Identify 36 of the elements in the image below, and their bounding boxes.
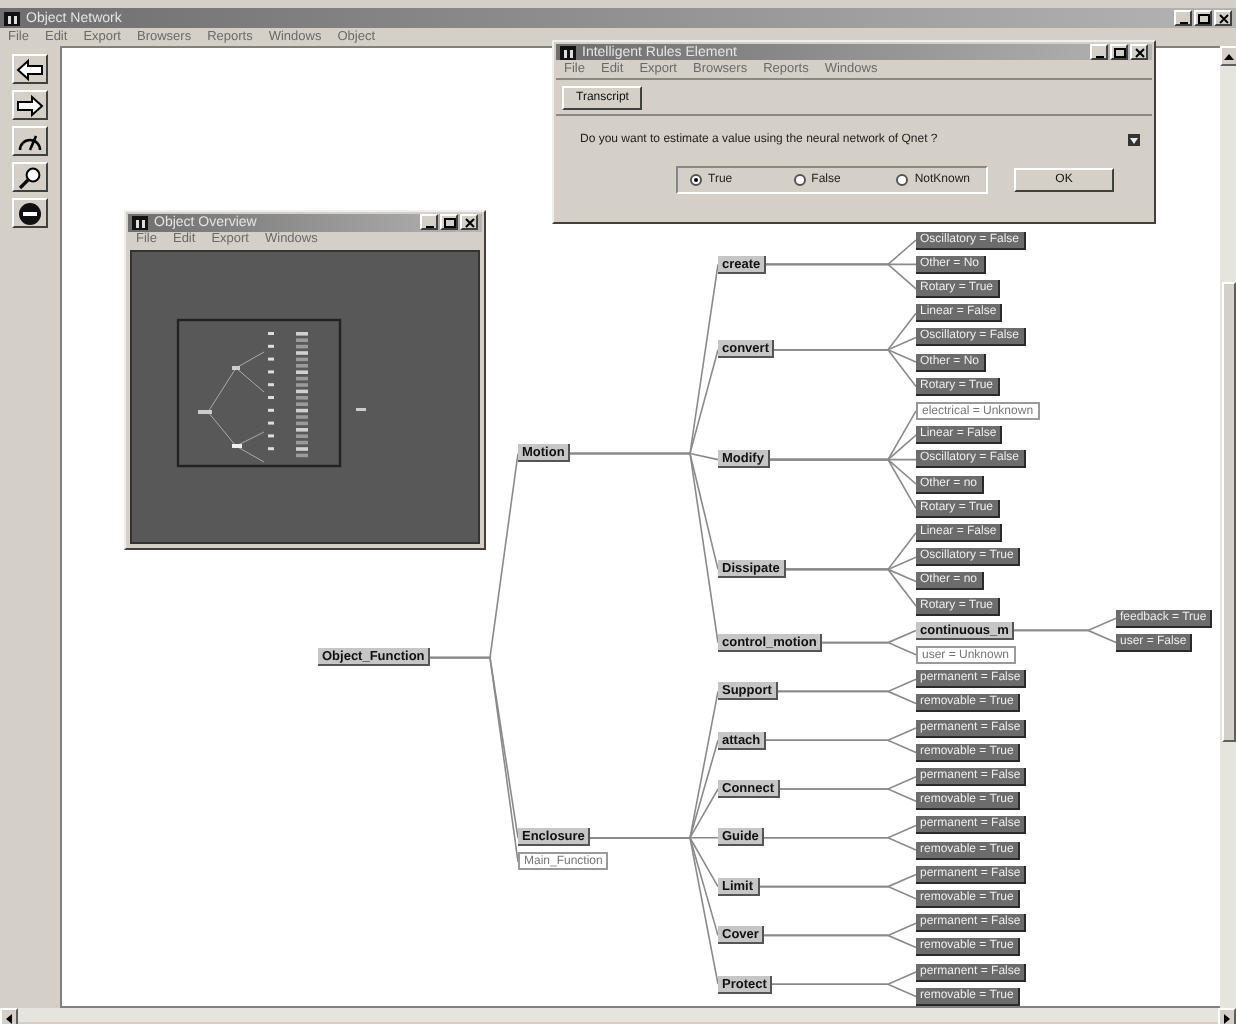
maximize-icon xyxy=(1197,13,1209,23)
stop-button[interactable] xyxy=(12,198,48,228)
minimize-button[interactable] xyxy=(420,214,438,231)
vertical-scrollbar[interactable] xyxy=(1220,46,1236,1008)
radio-button[interactable] xyxy=(690,174,702,186)
maximize-button[interactable] xyxy=(1110,44,1128,60)
radio-button[interactable] xyxy=(793,174,806,186)
maximize-icon xyxy=(443,217,455,228)
right-arrow-icon xyxy=(16,93,44,117)
forward-button[interactable] xyxy=(12,90,48,120)
scroll-arrow-icon[interactable] xyxy=(1128,134,1140,146)
left-arrow-icon xyxy=(16,57,44,81)
back-button[interactable] xyxy=(12,54,48,84)
close-button[interactable] xyxy=(460,214,478,231)
close-button[interactable] xyxy=(1130,44,1148,60)
app-icon xyxy=(4,11,20,25)
maximize-button[interactable] xyxy=(440,214,458,231)
close-icon xyxy=(1217,13,1229,23)
close-icon xyxy=(463,217,475,228)
maximize-button[interactable] xyxy=(1194,10,1212,26)
app-icon xyxy=(132,215,148,230)
up-arrow-icon xyxy=(1223,53,1233,59)
horizontal-scrollbar[interactable] xyxy=(0,1008,1236,1022)
app-icon xyxy=(560,45,576,59)
radio-button[interactable] xyxy=(896,174,909,186)
search-button[interactable] xyxy=(12,162,48,192)
left-arrow-icon xyxy=(6,1013,12,1023)
minimize-button[interactable] xyxy=(1174,10,1192,26)
search-icon xyxy=(16,165,44,189)
close-button[interactable] xyxy=(1214,10,1232,26)
stop-icon xyxy=(16,201,44,225)
close-icon xyxy=(1133,47,1145,57)
gauge-button[interactable] xyxy=(12,126,48,156)
minimize-button[interactable] xyxy=(1090,44,1108,60)
right-arrow-icon xyxy=(1224,1013,1230,1023)
maximize-icon xyxy=(1113,47,1125,57)
